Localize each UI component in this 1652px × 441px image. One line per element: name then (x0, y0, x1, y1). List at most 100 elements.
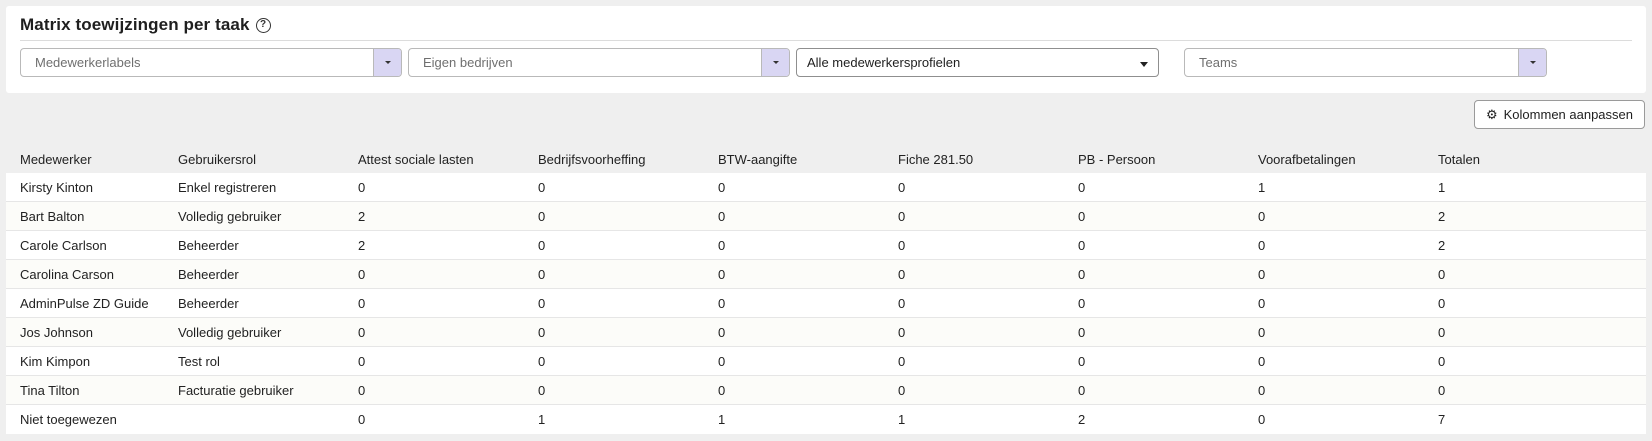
employee-labels-dropdown-button[interactable] (373, 49, 401, 76)
count-cell: 0 (358, 353, 366, 369)
chevron-down-icon (772, 61, 779, 64)
count-cell: 1 (538, 412, 546, 427)
own-companies-placeholder: Eigen bedrijven (423, 55, 513, 70)
chevron-down-icon (1529, 61, 1536, 64)
count-cell: 0 (358, 382, 366, 398)
count-cell: 2 (358, 237, 366, 253)
table-row: Tina Tilton Facturatie gebruiker 0 0 0 0 0 0 0 (6, 376, 1646, 405)
column-header[interactable]: Voorafbetalingen (1258, 152, 1438, 167)
count-cell: 0 (358, 266, 366, 282)
count-cell: 0 (1078, 266, 1086, 282)
table-row: Jos Johnson Volledig gebruiker 0 0 0 0 0 0 0 (6, 318, 1646, 347)
employee-name-cell: Carolina Carson (20, 266, 114, 282)
count-cell: 0 (718, 382, 726, 398)
user-role-cell: Enkel registreren (178, 179, 277, 195)
employee-labels-placeholder: Medewerkerlabels (35, 55, 141, 70)
count-cell: 2 (358, 208, 366, 224)
teams-dropdown-button[interactable] (1518, 49, 1546, 76)
count-cell: 0 (1258, 353, 1266, 369)
customize-columns-button[interactable]: ⚙ Kolommen aanpassen (1474, 100, 1645, 129)
count-cell: 0 (898, 353, 906, 369)
table-row: Niet toegewezen 0 1 1 1 2 0 7 (6, 405, 1646, 434)
count-cell: 0 (358, 179, 366, 195)
count-cell: 0 (898, 295, 906, 311)
own-companies-filter[interactable]: Eigen bedrijven (408, 48, 790, 77)
count-cell: 0 (1258, 295, 1266, 311)
count-cell: 0 (898, 266, 906, 282)
employee-name-cell: Carole Carlson (20, 237, 107, 253)
employee-name-cell: Tina Tilton (20, 382, 80, 398)
title-row: Matrix toewijzingen per taak ? (20, 13, 271, 37)
employee-profiles-select[interactable]: Alle medewerkersprofielen (796, 48, 1159, 77)
count-cell: 0 (1078, 324, 1086, 340)
count-cell: 0 (1258, 266, 1266, 282)
column-header[interactable]: PB - Persoon (1078, 152, 1258, 167)
count-cell: 1 (718, 412, 726, 427)
divider (20, 40, 1632, 41)
own-companies-dropdown-button[interactable] (761, 49, 789, 76)
table-row: Bart Balton Volledig gebruiker 2 0 0 0 0 0 2 (6, 202, 1646, 231)
table-row: Carole Carlson Beheerder 2 0 0 0 0 0 2 (6, 231, 1646, 260)
column-header[interactable]: Attest sociale lasten (358, 152, 538, 167)
count-cell: 0 (1078, 382, 1086, 398)
count-cell: 0 (538, 266, 546, 282)
user-role-cell: Beheerder (178, 295, 239, 311)
chevron-down-icon (384, 61, 391, 64)
filter-card: Matrix toewijzingen per taak ? Medewerke… (6, 6, 1646, 93)
table-row: Carolina Carson Beheerder 0 0 0 0 0 0 0 (6, 260, 1646, 289)
count-cell: 0 (898, 179, 906, 195)
employee-profiles-arrow[interactable] (1130, 59, 1158, 67)
count-cell: 0 (538, 382, 546, 398)
count-cell: 0 (1078, 179, 1086, 195)
count-cell: 1 (1258, 179, 1266, 195)
column-header[interactable]: Medewerker (6, 152, 178, 167)
table-row: AdminPulse ZD Guide Beheerder 0 0 0 0 0 0 0 (6, 289, 1646, 318)
count-cell: 0 (358, 324, 366, 340)
page-title: Matrix toewijzingen per taak (20, 15, 250, 34)
user-role-cell: Facturatie gebruiker (178, 382, 294, 398)
employee-labels-filter[interactable]: Medewerkerlabels (20, 48, 402, 77)
count-cell: 0 (898, 382, 906, 398)
count-cell: 0 (1078, 237, 1086, 253)
count-cell: 0 (1258, 382, 1266, 398)
count-cell: 0 (1438, 324, 1446, 340)
count-cell: 0 (538, 353, 546, 369)
help-icon[interactable]: ? (255, 17, 271, 33)
count-cell: 7 (1438, 412, 1446, 427)
count-cell: 0 (898, 237, 906, 253)
count-cell: 2 (1078, 412, 1086, 427)
count-cell: 0 (718, 208, 726, 224)
column-header[interactable]: Bedrijfsvoorheffing (538, 152, 718, 167)
count-cell: 0 (1438, 353, 1446, 369)
count-cell: 0 (358, 295, 366, 311)
count-cell: 0 (718, 324, 726, 340)
user-role-cell: Beheerder (178, 237, 239, 253)
count-cell: 0 (898, 324, 906, 340)
column-header[interactable]: BTW-aangifte (718, 152, 898, 167)
count-cell: 0 (538, 295, 546, 311)
caret-down-icon (1140, 61, 1148, 67)
count-cell: 0 (718, 266, 726, 282)
count-cell: 0 (1078, 208, 1086, 224)
column-header[interactable]: Fiche 281.50 (898, 152, 1078, 167)
count-cell: 1 (1438, 179, 1446, 195)
table-row: Kirsty Kinton Enkel registreren 0 0 0 0 0 1 1 (6, 173, 1646, 202)
column-header[interactable]: Gebruikersrol (178, 152, 358, 167)
count-cell: 0 (358, 412, 366, 427)
user-role-cell: Beheerder (178, 266, 239, 282)
count-cell: 0 (538, 324, 546, 340)
employee-name-cell: Bart Balton (20, 208, 85, 224)
count-cell: 2 (1438, 208, 1446, 224)
employee-name-cell: Kim Kimpon (20, 353, 91, 369)
column-header[interactable]: Totalen (1438, 152, 1618, 167)
table-header: Medewerker Gebruikersrol Attest sociale … (6, 146, 1646, 173)
count-cell: 0 (1438, 382, 1446, 398)
count-cell: 0 (1258, 324, 1266, 340)
count-cell: 2 (1438, 237, 1446, 253)
count-cell: 0 (538, 208, 546, 224)
employee-name-cell: Niet toegewezen (20, 412, 117, 427)
table-body: Kirsty Kinton Enkel registreren 0 0 0 0 0 1 1 Bar… (6, 173, 1646, 434)
assignments-table: Medewerker Gebruikersrol Attest sociale … (6, 146, 1646, 434)
count-cell: 0 (1258, 237, 1266, 253)
teams-filter[interactable]: Teams (1184, 48, 1547, 77)
